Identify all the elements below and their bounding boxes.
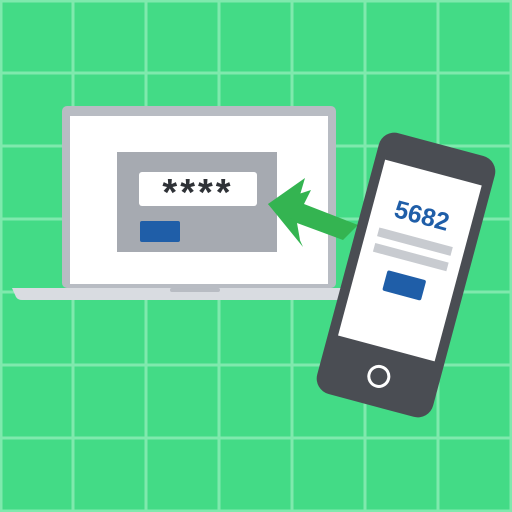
laptop: **** (12, 106, 387, 300)
illustration-canvas: **** 5682 (0, 0, 512, 512)
two-factor-illustration: **** 5682 (0, 0, 512, 512)
laptop-base-notch (170, 288, 220, 292)
password-mask: **** (162, 172, 233, 214)
login-submit-button[interactable] (140, 221, 180, 242)
